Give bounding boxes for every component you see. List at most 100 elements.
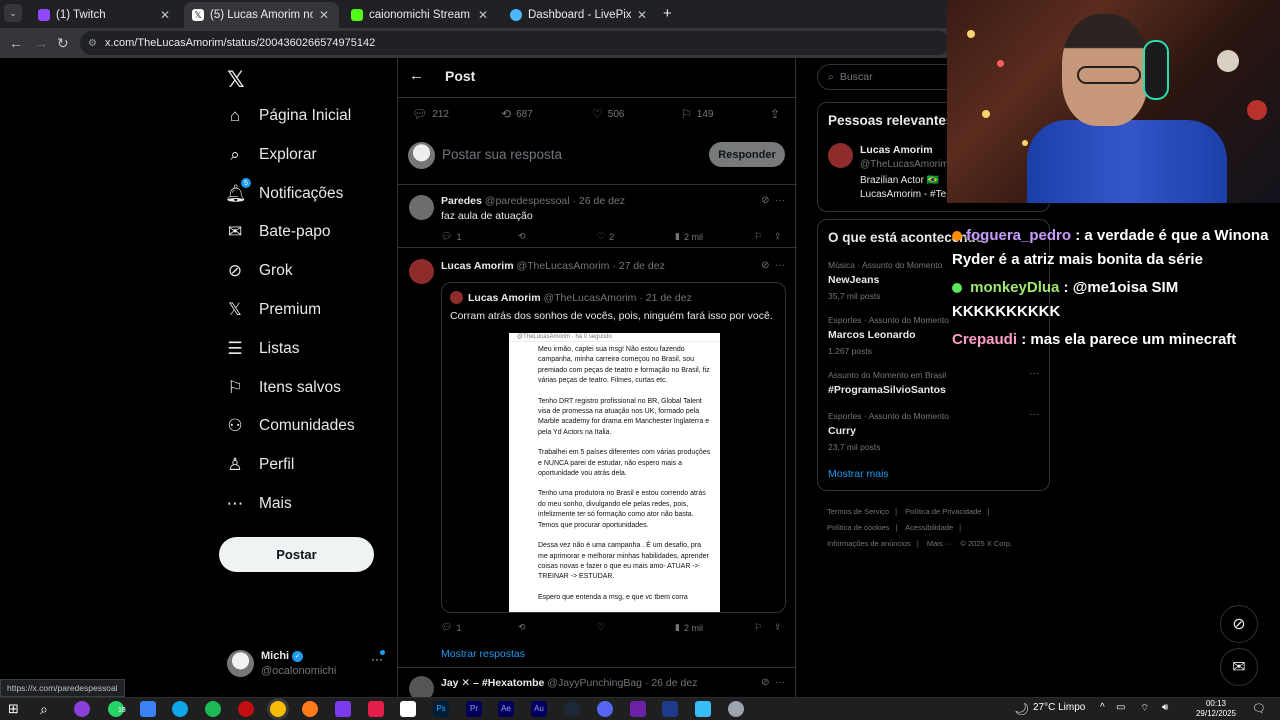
bookmark-button[interactable]: ⚐ 149 xyxy=(681,107,713,121)
messages-fab-button[interactable]: ✉ xyxy=(1220,648,1258,686)
nav-item-grok[interactable]: ⊘ Grok xyxy=(225,256,293,286)
author-name[interactable]: Lucas Amorim xyxy=(441,260,514,272)
taskbar-clock[interactable]: 00:13 29/12/2025 xyxy=(1194,699,1238,719)
show-more-link[interactable]: Mostrar mais xyxy=(828,468,889,480)
nav-item-lists[interactable]: ☰ Listas xyxy=(225,334,299,364)
app-icon[interactable] xyxy=(74,701,90,717)
app-icon[interactable] xyxy=(695,701,711,717)
person-name[interactable]: Lucas Amorim xyxy=(860,144,933,156)
show-replies-link[interactable]: Mostrar respostas xyxy=(441,648,525,660)
author-name[interactable]: Paredes xyxy=(441,195,482,207)
like-button[interactable]: ♡ 506 xyxy=(592,107,624,121)
reply-button[interactable]: 💬︎ 212 xyxy=(412,107,449,121)
bookmark-button[interactable]: ⚐ xyxy=(754,231,762,242)
nav-item-profile[interactable]: ♙ Perfil xyxy=(225,450,294,480)
footer-link[interactable]: Termos de Serviço xyxy=(827,507,889,516)
network-icon[interactable]: ▭ xyxy=(1116,702,1125,713)
footer-link[interactable]: Política de cookies xyxy=(827,523,890,532)
wifi-icon[interactable]: ⌔ xyxy=(1140,702,1149,715)
tweet-options[interactable]: ⊘ ··· xyxy=(761,677,785,688)
chrome-icon[interactable] xyxy=(270,701,286,717)
reply-button[interactable]: 💬︎ 1 xyxy=(441,231,461,242)
windows-start-icon[interactable]: ⊞ xyxy=(8,701,24,717)
repost-button[interactable]: ⟲ xyxy=(518,622,526,633)
edge-icon[interactable] xyxy=(172,701,188,717)
quoted-tweet[interactable]: Lucas Amorim @TheLucasAmorim · 21 de dez… xyxy=(441,282,786,613)
tab-close-icon[interactable]: ✕ xyxy=(319,8,329,22)
nav-item-home[interactable]: ⌂ Página Inicial xyxy=(225,101,351,131)
tab-close-icon[interactable]: ✕ xyxy=(160,8,170,22)
reload-icon[interactable]: ↻ xyxy=(57,35,69,51)
tab-close-icon[interactable]: ✕ xyxy=(637,8,647,22)
reply-submit-button[interactable]: Responder xyxy=(709,142,785,167)
footer-link[interactable]: Acessibilidade xyxy=(905,523,953,532)
tweet-options[interactable]: ⊘ ··· xyxy=(761,195,785,206)
opera-icon[interactable] xyxy=(238,701,254,717)
like-button[interactable]: ♡ xyxy=(597,622,605,633)
share-button[interactable]: ⇪ xyxy=(770,107,780,121)
reply-tweet[interactable]: Jay ✕ – #Hexatombe @JayyPunchingBag · 26… xyxy=(398,667,797,701)
footer-link[interactable]: Política de Privacidade xyxy=(905,507,981,516)
bookmark-button[interactable]: ⚐ xyxy=(754,622,762,633)
browser-tab-x-post[interactable]: 𝕏 (5) Lucas Amorim no X: "#Lucas... ✕ xyxy=(184,2,339,28)
back-arrow-icon[interactable]: ← xyxy=(9,35,23,51)
repost-button[interactable]: ⟲ xyxy=(518,231,526,242)
views-button[interactable]: ▮ 2 mil xyxy=(675,622,703,633)
browser-tab-livepix[interactable]: Dashboard - LivePix ✕ xyxy=(502,2,657,28)
grok-fab-button[interactable]: ⊘ xyxy=(1220,605,1258,643)
trend-more-icon[interactable]: ··· xyxy=(1029,409,1039,420)
x-logo-icon[interactable]: 𝕏 xyxy=(227,67,245,93)
views-button[interactable]: ▮ 2 mil xyxy=(675,231,703,242)
reply-tweet[interactable]: Paredes @paredespessoal · 26 de dez ⊘ ··… xyxy=(398,185,797,248)
tweet-date[interactable]: · 26 de dez xyxy=(573,195,626,207)
nav-item-explore[interactable]: ⌕ Explorar xyxy=(225,140,316,170)
search-icon[interactable]: ⌕ xyxy=(40,701,56,717)
forward-arrow-icon[interactable]: → xyxy=(34,35,48,51)
reply-button[interactable]: 💬︎ 1 xyxy=(441,622,461,633)
tweet-date[interactable]: · 26 de dez xyxy=(645,677,698,689)
footer-link[interactable]: Informações de anúncios xyxy=(827,539,911,548)
person-handle[interactable]: @TheLucasAmorim xyxy=(860,159,949,170)
nav-item-notifications[interactable]: 🔔︎ 5 Notificações xyxy=(225,178,343,209)
tab-close-icon[interactable]: ✕ xyxy=(478,8,488,22)
browser-tab-twitch[interactable]: (1) Twitch ✕ xyxy=(30,2,180,28)
footer-link[interactable]: Mais ··· xyxy=(927,539,952,548)
nav-item-premium[interactable]: 𝕏 Premium xyxy=(225,295,321,325)
after-effects-icon[interactable]: Ae xyxy=(498,701,514,717)
quote-image[interactable]: @TheLucasAmorim · há 0 segundo Meu irmão… xyxy=(509,333,720,612)
nav-item-chat[interactable]: ✉ Bate-papo xyxy=(225,217,331,247)
address-bar[interactable]: ⚙ x.com/TheLucasAmorim/status/2004360266… xyxy=(80,31,950,55)
browser-tab-kick[interactable]: caionomichi Stream - Watch Li... ✕ xyxy=(343,2,498,28)
site-info-icon[interactable]: ⚙ xyxy=(88,38,97,49)
nav-item-more[interactable]: ⋯ Mais xyxy=(225,489,292,519)
trend-item[interactable]: Assunto do Momento em Brasil #ProgramaSi… xyxy=(828,368,1043,396)
photoshop-icon[interactable]: Ps xyxy=(433,701,449,717)
notion-icon[interactable] xyxy=(400,701,416,717)
app-icon[interactable] xyxy=(728,701,744,717)
reply-input[interactable]: Postar sua resposta xyxy=(442,147,562,162)
reply-tweet[interactable]: Lucas Amorim @TheLucasAmorim · 27 de dez… xyxy=(398,258,797,669)
notification-center-icon[interactable]: 🗨︎ xyxy=(1252,702,1266,715)
avatar[interactable] xyxy=(828,143,853,168)
steam-icon[interactable] xyxy=(564,701,580,717)
blender-icon[interactable] xyxy=(302,701,318,717)
volume-icon[interactable]: 🔊︎ xyxy=(1162,702,1168,713)
author-name[interactable]: Jay ✕ – #Hexatombe xyxy=(441,677,544,689)
nav-item-communities[interactable]: ⚇ Comunidades xyxy=(225,411,354,441)
nav-item-bookmarks[interactable]: ⚐ Itens salvos xyxy=(225,373,340,403)
author-handle[interactable]: @paredespessoal xyxy=(485,195,570,207)
back-arrow-icon[interactable]: ← xyxy=(409,67,424,84)
tray-chevron-icon[interactable]: ^ xyxy=(1100,702,1105,713)
premiere-icon[interactable]: Pr xyxy=(466,701,482,717)
author-handle[interactable]: @TheLucasAmorim xyxy=(516,260,609,272)
tweet-options[interactable]: ⊘ ··· xyxy=(761,260,785,271)
new-tab-button[interactable]: + xyxy=(663,5,672,22)
tweet-date[interactable]: · 27 de dez xyxy=(612,260,665,272)
trend-item[interactable]: Esportes · Assunto do Momento Curry 23,7… xyxy=(828,409,1043,452)
app-icon[interactable] xyxy=(662,701,678,717)
app-icon[interactable] xyxy=(630,701,646,717)
weather-text[interactable]: 27°C Limpo xyxy=(1033,702,1085,713)
post-button[interactable]: Postar xyxy=(219,537,374,572)
discord-icon[interactable] xyxy=(597,701,613,717)
copilot-icon[interactable] xyxy=(140,701,156,717)
